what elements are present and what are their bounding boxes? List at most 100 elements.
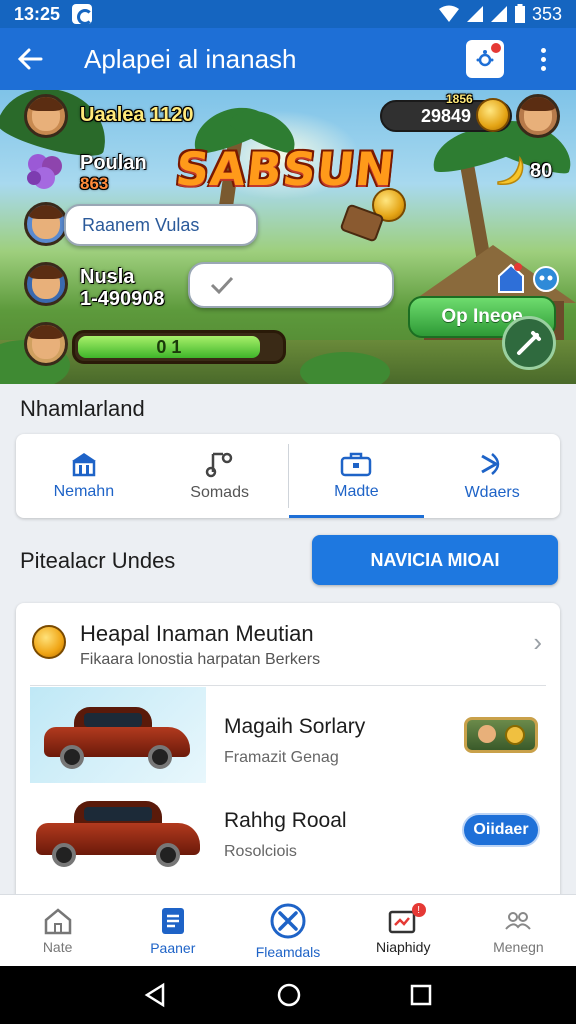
wrench-icon <box>517 331 541 355</box>
car-window <box>84 713 142 727</box>
tools-icon <box>270 903 306 938</box>
avatar-face <box>520 97 556 131</box>
gold-coin-icon <box>476 98 510 132</box>
rival-name: Nusla <box>80 266 135 288</box>
nav-item-home[interactable]: Nate <box>0 895 115 966</box>
energy-value: 80 <box>530 160 553 182</box>
more-dot <box>540 56 546 62</box>
game-banner[interactable]: Uaalea 1120 Poulan 863 SABSUN 29849 1856… <box>0 90 576 384</box>
rival-score: 1-490908 <box>80 288 165 310</box>
item-title: Magaih Sorlary <box>224 715 366 738</box>
status-time: 13:25 <box>14 3 61 24</box>
progress-bar: 0 1 <box>72 330 286 364</box>
house-icon[interactable] <box>496 262 526 294</box>
back-triangle-icon[interactable] <box>143 982 169 1008</box>
resource-label: Poulan <box>80 152 147 174</box>
nav-item-menegn[interactable]: Menegn <box>461 895 576 966</box>
badge-icon <box>32 625 66 659</box>
car-wheel <box>60 745 84 769</box>
nav-label: Fleamdals <box>255 943 321 960</box>
car-window <box>84 807 152 821</box>
app-indicator-icon <box>72 4 94 25</box>
item-subtitle: Rosolciois <box>224 843 297 860</box>
more-dot <box>540 47 546 53</box>
nav-item-niaphidy[interactable]: ! Niaphidy <box>346 895 461 966</box>
app-title: Aplapei al inanash <box>84 43 297 74</box>
sub-section-title: Pitealacr Undes <box>20 548 176 573</box>
more-options-button[interactable] <box>528 39 558 79</box>
chat-bot-icon[interactable] <box>530 262 562 294</box>
list-item[interactable]: Rahhg Rooal Rosolciois Oiidaer <box>16 787 560 885</box>
quick-action-wdaers[interactable]: Wdaers <box>424 434 560 518</box>
bottom-navigation: Nate Paaner Fleamdals ! Niaphidy Menegn <box>0 894 576 966</box>
status-bar: 13:25 353 <box>0 0 576 28</box>
bush <box>300 352 390 384</box>
search-input[interactable]: Raanem Vulas <box>64 204 258 246</box>
crate-icon <box>340 204 384 242</box>
nav-label: Nate <box>42 938 73 955</box>
quick-action-madte[interactable]: Madte <box>288 434 425 518</box>
list-item[interactable]: Magaih Sorlary Framazit Genag <box>16 687 560 785</box>
search-placeholder: Raanem Vulas <box>82 214 200 235</box>
grapes-icon <box>27 154 62 189</box>
resource-value: 863 <box>80 174 109 193</box>
battery-level: 353 <box>531 3 562 24</box>
primary-action-button[interactable]: NAVICIA MIOAI <box>312 535 558 585</box>
system-navigation <box>0 966 576 1024</box>
avatar-face <box>28 325 64 359</box>
nav-label: Niaphidy <box>375 938 431 955</box>
people-icon <box>505 911 532 930</box>
nav-label: Paaner <box>150 939 196 956</box>
building-icon <box>71 453 96 477</box>
notification-button[interactable] <box>466 40 504 78</box>
wifi-icon <box>438 5 459 22</box>
app-bar: Aplapei al inanash <box>0 28 576 90</box>
player-name: Uaalea 1120 <box>80 104 194 126</box>
avatar-face <box>28 97 64 131</box>
recents-square-icon[interactable] <box>409 983 433 1007</box>
avatar-face <box>28 265 64 299</box>
player-avatar-2[interactable] <box>24 202 68 246</box>
share-icon <box>481 453 500 475</box>
progress-fill: 0 1 <box>78 336 260 358</box>
home-circle-icon[interactable] <box>276 982 302 1008</box>
tools-fab[interactable] <box>502 316 556 370</box>
more-dot <box>540 65 546 71</box>
coin-value: 29849 <box>420 105 472 126</box>
nav-badge: ! <box>411 903 426 917</box>
confirm-field[interactable] <box>188 262 394 308</box>
list-header-subtitle: Fikaara lonostia harpatan Berkers <box>80 651 321 668</box>
arrow-left-icon <box>17 48 43 70</box>
car-wheel <box>52 843 76 867</box>
rival-avatar-top[interactable] <box>516 94 560 138</box>
quick-action-label: Nemahn <box>53 483 115 500</box>
item-subtitle: Framazit Genag <box>224 749 339 766</box>
rival-avatar[interactable] <box>24 262 68 306</box>
nav-item-paaner[interactable]: Paaner <box>115 895 230 966</box>
notification-dot <box>491 43 501 53</box>
signal-icon <box>466 6 483 22</box>
quick-action-somads[interactable]: Somads <box>152 434 288 518</box>
quick-actions-card: Nemahn Somads Madte Wdaers <box>16 434 560 518</box>
check-icon <box>210 276 234 295</box>
item-title: Rahhg Rooal <box>224 809 347 832</box>
list-card: Heapal Inaman Meutian Fikaara lonostia h… <box>16 603 560 903</box>
order-button[interactable]: Oiidaer <box>462 813 540 847</box>
section-title: Nhamlarland <box>20 396 145 421</box>
home-icon <box>44 907 71 934</box>
player-avatar[interactable] <box>24 94 68 138</box>
battery-icon <box>514 4 525 23</box>
helper-avatar[interactable] <box>24 322 68 366</box>
progress-text: 0 1 <box>156 336 182 357</box>
back-button[interactable] <box>0 28 60 90</box>
document-icon <box>161 907 184 934</box>
list-header-title: Heapal Inaman Meutian <box>80 621 314 646</box>
divider <box>30 685 546 686</box>
item-thumbnail-button[interactable] <box>464 717 538 753</box>
list-header[interactable]: Heapal Inaman Meutian Fikaara lonostia h… <box>16 603 560 685</box>
quick-action-nemahn[interactable]: Nemahn <box>16 434 152 518</box>
nav-item-fleamdals[interactable]: Fleamdals <box>230 895 345 966</box>
signal-icon-2 <box>490 6 507 22</box>
car-image <box>30 687 206 783</box>
nav-label: Menegn <box>493 938 544 955</box>
